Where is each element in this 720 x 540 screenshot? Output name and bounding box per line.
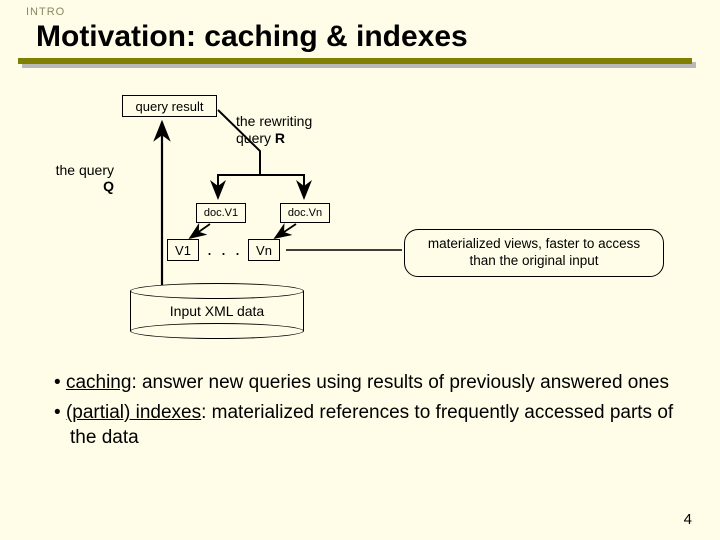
bullet-caching-rest: : answer new queries using results of pr…	[131, 372, 669, 393]
docVn-box: doc.Vn	[280, 203, 330, 223]
query-result-box: query result	[122, 95, 217, 117]
cylinder-bottom	[130, 323, 304, 339]
diagram-arrows	[0, 95, 720, 355]
materialized-views-callout: materialized views, faster to access tha…	[404, 229, 664, 277]
bullet-indexes-term: (partial) indexes	[66, 402, 201, 423]
the-query-label: the query Q	[42, 162, 114, 194]
vn-box: Vn	[248, 239, 280, 261]
bullet-caching-term: caching	[66, 372, 132, 393]
views-ellipsis: . . .	[207, 239, 242, 260]
section-label: INTRO	[26, 6, 65, 18]
page-title: Motivation: caching & indexes	[36, 20, 468, 54]
bullet-list: caching: answer new queries using result…	[38, 370, 678, 455]
title-rule	[18, 58, 692, 64]
diagram: query result the rewriting query R the q…	[0, 95, 720, 355]
input-cylinder: Input XML data	[130, 283, 304, 339]
bullet-indexes: (partial) indexes: materialized referenc…	[38, 400, 678, 451]
v1-box: V1	[167, 239, 199, 261]
rewriting-R: R	[275, 130, 285, 146]
rewriting-line1: the rewriting	[236, 113, 312, 129]
docV1-box: doc.V1	[196, 203, 246, 223]
cylinder-top	[130, 283, 304, 299]
rewriting-line2-prefix: query	[236, 130, 275, 146]
bullet-caching: caching: answer new queries using result…	[38, 370, 678, 396]
rewriting-label: the rewriting query R	[236, 113, 312, 147]
page-number: 4	[684, 511, 692, 528]
the-query-Q: Q	[42, 178, 114, 194]
the-query-line1: the query	[56, 162, 114, 178]
cylinder-label: Input XML data	[130, 303, 304, 319]
